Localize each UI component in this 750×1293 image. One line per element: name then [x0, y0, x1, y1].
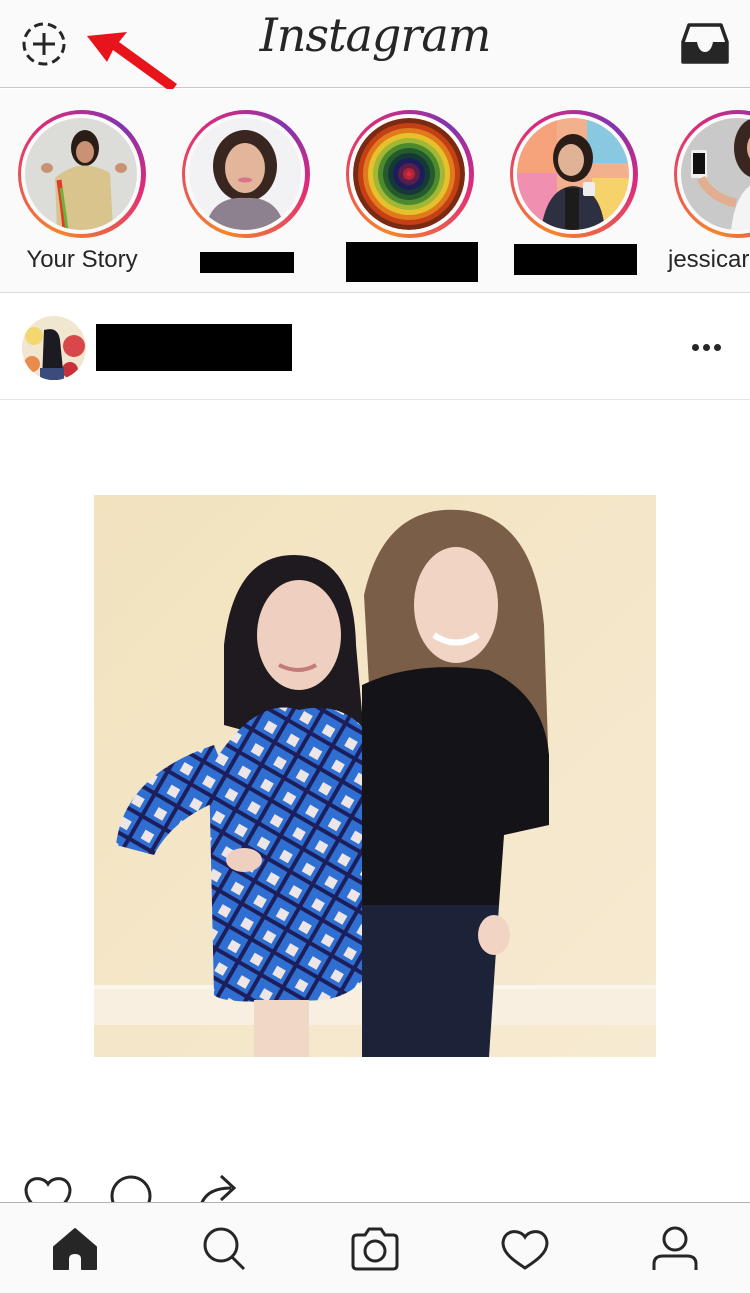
share-icon[interactable]	[197, 1170, 239, 1202]
post-action-bar	[0, 1160, 750, 1202]
tab-profile[interactable]	[647, 1221, 703, 1277]
top-navigation-bar: Instagram	[0, 0, 750, 92]
redacted-story-label	[200, 252, 294, 273]
story-item[interactable]	[181, 110, 311, 285]
story-item-jessicar[interactable]: jessicar	[668, 110, 750, 285]
direct-inbox-button[interactable]	[680, 20, 730, 66]
story-avatar	[189, 118, 301, 230]
post-media-area	[0, 401, 750, 1161]
profile-icon	[652, 1226, 698, 1270]
tab-camera[interactable]	[347, 1221, 403, 1277]
story-label: jessicar	[668, 246, 750, 273]
comment-icon[interactable]	[108, 1174, 154, 1202]
story-avatar	[25, 118, 137, 230]
inbox-tray-icon	[681, 23, 729, 64]
camera-icon	[351, 1227, 399, 1271]
post-more-options-button[interactable]	[680, 330, 732, 364]
tab-search[interactable]	[196, 1221, 252, 1277]
story-item[interactable]	[345, 110, 478, 285]
tab-activity[interactable]	[497, 1221, 553, 1277]
bottom-tab-bar	[0, 1202, 750, 1293]
redacted-story-label	[346, 242, 478, 282]
instagram-logo: Instagram	[259, 8, 492, 62]
instagram-app: Instagram Your Story jessicar	[0, 0, 750, 1293]
post-header	[0, 294, 750, 400]
search-icon	[203, 1227, 246, 1271]
redacted-post-username[interactable]	[96, 324, 292, 371]
redacted-story-label	[514, 244, 637, 275]
more-dots-icon	[691, 343, 699, 351]
post-photo[interactable]	[94, 495, 656, 1057]
stories-tray: Your Story jessicar	[0, 89, 750, 293]
tab-home[interactable]	[47, 1221, 103, 1277]
heart-icon	[501, 1230, 549, 1270]
story-avatar	[353, 118, 465, 230]
story-item[interactable]	[509, 110, 639, 285]
story-avatar	[517, 118, 629, 230]
like-icon[interactable]	[23, 1174, 73, 1202]
story-item-your-story[interactable]: Your Story	[17, 110, 147, 285]
post-author-avatar[interactable]	[22, 316, 86, 380]
story-label: Your Story	[26, 246, 138, 273]
home-icon	[53, 1228, 97, 1270]
